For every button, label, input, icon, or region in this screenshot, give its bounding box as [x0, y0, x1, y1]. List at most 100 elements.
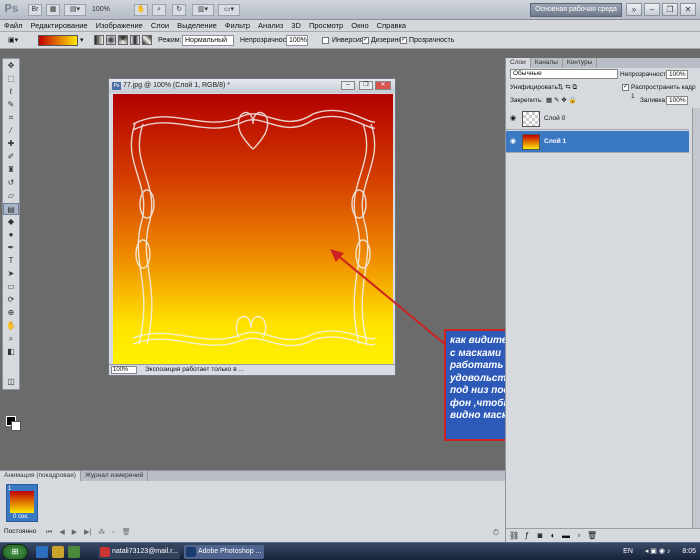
- duplicate-frame-icon[interactable]: ▫: [112, 529, 114, 536]
- menu-file[interactable]: Файл: [0, 20, 26, 32]
- minimize-button[interactable]: –: [644, 3, 660, 16]
- eye-icon[interactable]: ◉: [510, 138, 518, 146]
- mini-bridge-button[interactable]: ▦: [46, 4, 60, 16]
- convert-timeline-icon[interactable]: ⏱: [493, 528, 499, 538]
- tab-animation[interactable]: Анимация (покадровая): [0, 471, 81, 481]
- layer-row[interactable]: ◉ Слой 0: [506, 108, 689, 130]
- path-select-tool-icon[interactable]: ➤: [3, 268, 19, 280]
- delete-frame-icon[interactable]: 🗑: [122, 529, 131, 536]
- tab-layers[interactable]: Слои: [506, 58, 531, 68]
- animation-frame[interactable]: 1 0 сек.: [6, 484, 38, 522]
- type-tool-icon[interactable]: T: [3, 255, 19, 267]
- layers-scrollbar[interactable]: [692, 108, 700, 528]
- hand-tool-icon[interactable]: ✋: [3, 320, 19, 332]
- history-brush-tool-icon[interactable]: ↺: [3, 177, 19, 189]
- menu-view[interactable]: Просмотр: [305, 20, 347, 32]
- restore-button[interactable]: ❐: [662, 3, 678, 16]
- doc-status-text[interactable]: Экспозиция работает только в ...: [145, 365, 245, 375]
- task-browser[interactable]: natali73123@mail.r...: [98, 545, 180, 559]
- transparency-checkbox[interactable]: ✓: [400, 37, 407, 44]
- menu-image[interactable]: Изображение: [92, 20, 147, 32]
- tool-preset-icon[interactable]: ▣▾: [8, 35, 28, 46]
- adjustment-layer-icon[interactable]: ◐: [548, 529, 558, 543]
- expand-icon[interactable]: »: [626, 3, 642, 16]
- lasso-tool-icon[interactable]: ℓ: [3, 86, 19, 98]
- eraser-tool-icon[interactable]: ▱: [3, 190, 19, 202]
- radial-gradient-icon[interactable]: [106, 35, 116, 45]
- clock[interactable]: 8:05: [682, 548, 696, 555]
- first-frame-icon[interactable]: ⏮: [46, 529, 52, 536]
- menu-layers[interactable]: Слои: [147, 20, 173, 32]
- pen-tool-icon[interactable]: ✒: [3, 242, 19, 254]
- add-mask-icon[interactable]: ◙: [535, 529, 545, 543]
- shape-tool-icon[interactable]: ▭: [3, 281, 19, 293]
- bridge-button[interactable]: Br: [28, 4, 42, 16]
- linear-gradient-icon[interactable]: [94, 35, 104, 45]
- gradient-picker[interactable]: [38, 35, 78, 46]
- tray-icons[interactable]: ◂ ▣ ◉ ♪: [645, 548, 671, 555]
- propagate-checkbox[interactable]: ✓: [622, 84, 629, 91]
- screen-mode-button[interactable]: ▭▾: [218, 4, 240, 16]
- mode-select[interactable]: Нормальный: [182, 35, 234, 46]
- brush-tool-icon[interactable]: ✐: [3, 151, 19, 163]
- start-button[interactable]: ⊞: [2, 544, 28, 560]
- 3d-orbit-tool-icon[interactable]: ⊕: [3, 307, 19, 319]
- dither-checkbox[interactable]: ✓: [362, 37, 369, 44]
- new-group-icon[interactable]: ▬: [561, 529, 571, 543]
- menu-filter[interactable]: Фильтр: [221, 20, 254, 32]
- diamond-gradient-icon[interactable]: [142, 35, 152, 45]
- link-layers-icon[interactable]: ⛓: [509, 529, 519, 543]
- menu-edit[interactable]: Редактирование: [26, 20, 91, 32]
- hand-tool-button[interactable]: ✋: [134, 4, 148, 16]
- menu-3d[interactable]: 3D: [287, 20, 305, 32]
- next-frame-icon[interactable]: ▶|: [84, 529, 91, 536]
- doc-minimize-button[interactable]: –: [341, 81, 355, 90]
- quick-mask-icon[interactable]: ◫: [3, 376, 19, 388]
- tab-channels[interactable]: Каналы: [531, 58, 563, 68]
- doc-close-button[interactable]: ✕: [375, 81, 391, 90]
- layer-opacity-field[interactable]: 100%: [666, 70, 688, 79]
- fill-field[interactable]: 100%: [666, 96, 688, 105]
- loop-select[interactable]: Постоянно: [4, 528, 36, 535]
- clone-stamp-tool-icon[interactable]: ♜: [3, 164, 19, 176]
- blur-tool-icon[interactable]: ◆: [3, 216, 19, 228]
- view-extras-button[interactable]: ▤▾: [64, 4, 86, 16]
- lock-icons[interactable]: ▦ ✎ ✥ 🔒: [546, 96, 577, 105]
- eye-icon[interactable]: ◉: [510, 115, 518, 123]
- menu-window[interactable]: Окно: [347, 20, 372, 32]
- quick-select-tool-icon[interactable]: ✎: [3, 99, 19, 111]
- arrange-docs-button[interactable]: ▥▾: [192, 4, 214, 16]
- 3d-rotate-tool-icon[interactable]: ⟳: [3, 294, 19, 306]
- frame-duration[interactable]: 0 сек.: [13, 514, 29, 520]
- tab-measurement-log[interactable]: Журнал измерений: [81, 471, 149, 481]
- language-indicator[interactable]: EN: [623, 548, 633, 555]
- zoom-tool-icon[interactable]: ⌕: [3, 333, 19, 345]
- new-layer-icon[interactable]: ▫: [574, 529, 584, 543]
- zoom-dropdown[interactable]: 100%: [92, 4, 128, 16]
- default-colors-icon[interactable]: ◧: [3, 346, 19, 358]
- workspace-switcher[interactable]: Основная рабочая среда: [530, 3, 622, 17]
- healing-brush-tool-icon[interactable]: ✚: [3, 138, 19, 150]
- blend-mode-select[interactable]: Обычные: [510, 69, 618, 79]
- eyedropper-tool-icon[interactable]: ⁄: [3, 125, 19, 137]
- dodge-tool-icon[interactable]: ●: [3, 229, 19, 241]
- task-photoshop[interactable]: Adobe Photoshop ...: [184, 545, 264, 559]
- gradient-tool-icon[interactable]: ▤: [3, 203, 19, 215]
- angle-gradient-icon[interactable]: [118, 35, 128, 45]
- delete-layer-icon[interactable]: 🗑: [587, 529, 597, 543]
- reflected-gradient-icon[interactable]: [130, 35, 140, 45]
- background-color-swatch[interactable]: [11, 421, 21, 431]
- menu-analysis[interactable]: Анализ: [254, 20, 287, 32]
- doc-zoom-field[interactable]: 100%: [111, 366, 137, 374]
- move-tool-icon[interactable]: ✥: [3, 60, 19, 72]
- layer-row-selected[interactable]: ◉ Слой 1: [506, 131, 689, 153]
- media-icon[interactable]: [68, 546, 80, 558]
- invert-checkbox[interactable]: [322, 37, 329, 44]
- tab-paths[interactable]: Контуры: [563, 58, 598, 68]
- marquee-tool-icon[interactable]: ⬚: [3, 73, 19, 85]
- menu-select[interactable]: Выделение: [173, 20, 221, 32]
- close-button[interactable]: ✕: [680, 3, 696, 16]
- menu-help[interactable]: Справка: [373, 20, 410, 32]
- doc-restore-button[interactable]: ❐: [359, 81, 373, 90]
- opacity-field[interactable]: 100%: [286, 35, 308, 46]
